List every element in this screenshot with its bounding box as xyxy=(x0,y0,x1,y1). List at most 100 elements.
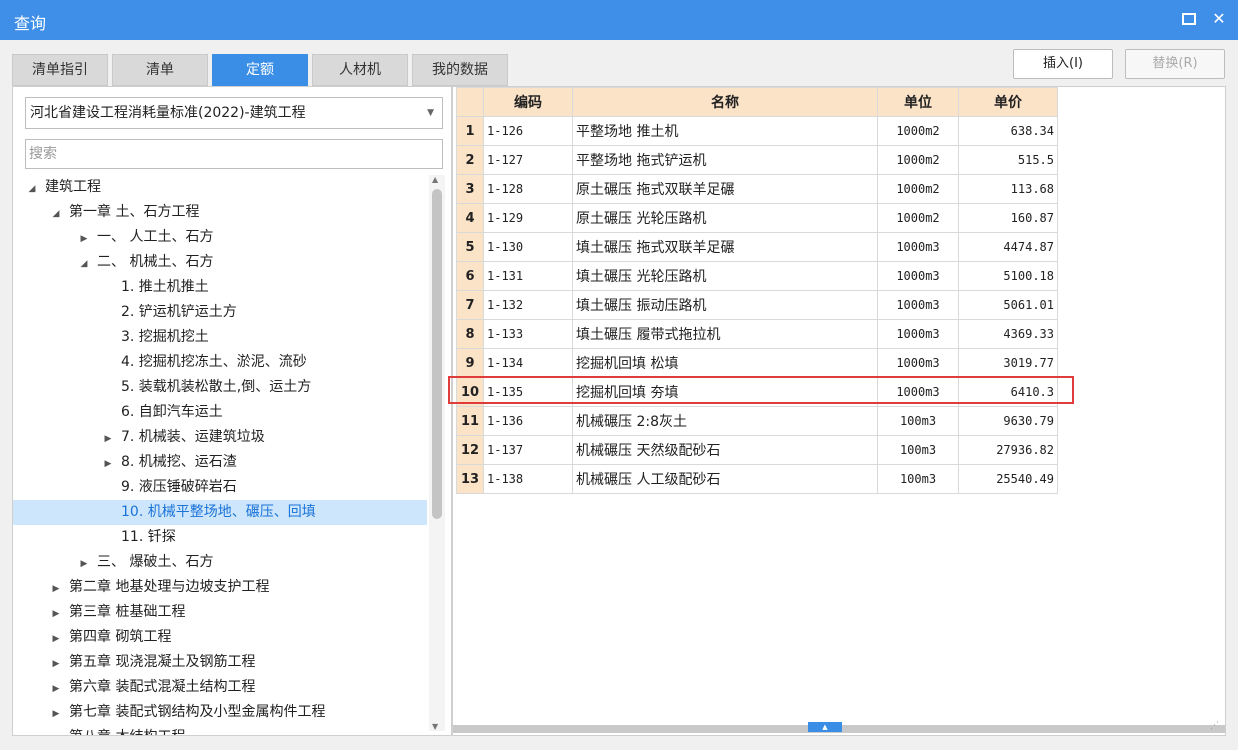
row-number: 3 xyxy=(456,174,484,204)
row-number: 6 xyxy=(456,261,484,291)
tab-2[interactable]: 定额 xyxy=(212,54,308,86)
chapter-tree: ◢ 建筑工程 ◢ 第一章 土、石方工程 ▶ 一、 人工土、石方 ◢ 二、 机械土、石方 1. 推… xyxy=(13,175,427,735)
library-select[interactable]: 河北省建设工程消耗量标准(2022)-建筑工程 ▼ xyxy=(25,97,443,129)
table-row[interactable]: 9 1-134 挖掘机回填 松填 1000m3 3019.77 xyxy=(456,348,1058,378)
tab-3[interactable]: 人材机 xyxy=(312,54,408,86)
tree-item-label: 三、 爆破土、石方 xyxy=(97,554,214,570)
tree-item[interactable]: ▶ 第七章 装配式钢结构及小型金属构件工程 xyxy=(13,700,427,725)
column-header-name[interactable]: 名称 xyxy=(572,87,878,117)
tree-item-label: 第四章 砌筑工程 xyxy=(69,629,172,645)
tree-item-label: 3. 挖掘机挖土 xyxy=(121,329,209,345)
scroll-down-icon[interactable]: ▼ xyxy=(432,722,438,731)
expand-handle-icon[interactable]: ▲ xyxy=(808,722,842,732)
expanded-triangle-icon[interactable]: ◢ xyxy=(49,202,63,227)
table-row[interactable]: 13 1-138 机械碾压 人工级配砂石 100m3 25540.49 xyxy=(456,464,1058,494)
cell-code: 1-127 xyxy=(483,145,573,175)
expanded-triangle-icon[interactable]: ◢ xyxy=(25,177,39,202)
cell-price: 27936.82 xyxy=(958,435,1058,465)
table-row[interactable]: 3 1-128 原土碾压 拖式双联羊足碾 1000m2 113.68 xyxy=(456,174,1058,204)
tree-item[interactable]: ◢ 第一章 土、石方工程 xyxy=(13,200,427,225)
tree-item[interactable]: ▶ 第八章 木结构工程 xyxy=(13,725,427,735)
cell-code: 1-129 xyxy=(483,203,573,233)
table-row[interactable]: 10 1-135 挖掘机回填 夯填 1000m3 6410.3 xyxy=(456,377,1058,407)
tree-item-label: 7. 机械装、运建筑垃圾 xyxy=(121,429,265,445)
column-header-unit[interactable]: 单位 xyxy=(877,87,959,117)
expanded-triangle-icon[interactable]: ◢ xyxy=(77,252,91,277)
table-row[interactable]: 7 1-132 填土碾压 振动压路机 1000m3 5061.01 xyxy=(456,290,1058,320)
cell-price: 3019.77 xyxy=(958,348,1058,378)
tree-item[interactable]: 10. 机械平整场地、碾压、回填 xyxy=(13,500,427,525)
column-header-price[interactable]: 单价 xyxy=(958,87,1058,117)
collapsed-triangle-icon[interactable]: ▶ xyxy=(49,702,63,727)
tree-item[interactable]: ▶ 第三章 桩基础工程 xyxy=(13,600,427,625)
horizontal-scrollbar[interactable]: ▲ xyxy=(453,722,1225,733)
insert-button[interactable]: 插入(I) xyxy=(1013,49,1113,79)
collapsed-triangle-icon[interactable]: ▶ xyxy=(49,627,63,652)
table-row[interactable]: 4 1-129 原土碾压 光轮压路机 1000m2 160.87 xyxy=(456,203,1058,233)
collapsed-triangle-icon[interactable]: ▶ xyxy=(49,602,63,627)
tree-item[interactable]: ◢ 建筑工程 xyxy=(13,175,427,200)
scroll-up-icon[interactable]: ▲ xyxy=(432,175,438,184)
search-input[interactable]: 搜索 xyxy=(25,139,443,169)
tab-1[interactable]: 清单 xyxy=(112,54,208,86)
tree-item[interactable]: 6. 自卸汽车运土 xyxy=(13,400,427,425)
quota-table: 编码 名称 单位 单价 1 1-126 平整场地 推土机 1000m2 638.34 2 1… xyxy=(456,87,1058,494)
tree-item[interactable]: 5. 装载机装松散土,倒、运土方 xyxy=(13,375,427,400)
tree-item-label: 第三章 桩基础工程 xyxy=(69,604,186,620)
tree-item[interactable]: 11. 钎探 xyxy=(13,525,427,550)
cell-price: 515.5 xyxy=(958,145,1058,175)
tree-item[interactable]: ▶ 第五章 现浇混凝土及钢筋工程 xyxy=(13,650,427,675)
cell-unit: 100m3 xyxy=(877,406,959,436)
tree-item[interactable]: ▶ 一、 人工土、石方 xyxy=(13,225,427,250)
table-row[interactable]: 6 1-131 填土碾压 光轮压路机 1000m3 5100.18 xyxy=(456,261,1058,291)
collapsed-triangle-icon[interactable]: ▶ xyxy=(101,452,115,477)
tree-item[interactable]: ▶ 7. 机械装、运建筑垃圾 xyxy=(13,425,427,450)
collapsed-triangle-icon[interactable]: ▶ xyxy=(77,552,91,577)
cell-code: 1-128 xyxy=(483,174,573,204)
chevron-down-icon: ▼ xyxy=(427,108,434,118)
tree-item-label: 第一章 土、石方工程 xyxy=(69,204,200,220)
tree-item[interactable]: 2. 铲运机铲运土方 xyxy=(13,300,427,325)
tree-item[interactable]: ▶ 第六章 装配式混凝土结构工程 xyxy=(13,675,427,700)
maximize-button[interactable] xyxy=(1178,8,1200,30)
row-number-header xyxy=(456,87,484,117)
collapsed-triangle-icon[interactable]: ▶ xyxy=(49,577,63,602)
collapsed-triangle-icon[interactable]: ▶ xyxy=(101,427,115,452)
tree-item[interactable]: 9. 液压锤破碎岩石 xyxy=(13,475,427,500)
tree-item[interactable]: ▶ 第二章 地基处理与边坡支护工程 xyxy=(13,575,427,600)
tab-4[interactable]: 我的数据 xyxy=(412,54,508,86)
tree-item[interactable]: 3. 挖掘机挖土 xyxy=(13,325,427,350)
cell-name: 填土碾压 拖式双联羊足碾 xyxy=(572,232,878,262)
collapsed-triangle-icon[interactable]: ▶ xyxy=(49,727,63,735)
tree-item[interactable]: ▶ 第四章 砌筑工程 xyxy=(13,625,427,650)
table-row[interactable]: 8 1-133 填土碾压 履带式拖拉机 1000m3 4369.33 xyxy=(456,319,1058,349)
table-row[interactable]: 12 1-137 机械碾压 天然级配砂石 100m3 27936.82 xyxy=(456,435,1058,465)
replace-button[interactable]: 替换(R) xyxy=(1125,49,1225,79)
tree-item[interactable]: ▶ 8. 机械挖、运石渣 xyxy=(13,450,427,475)
collapsed-triangle-icon[interactable]: ▶ xyxy=(49,652,63,677)
tree-item-label: 第二章 地基处理与边坡支护工程 xyxy=(69,579,270,595)
table-row[interactable]: 2 1-127 平整场地 拖式铲运机 1000m2 515.5 xyxy=(456,145,1058,175)
row-number: 8 xyxy=(456,319,484,349)
tree-item-label: 10. 机械平整场地、碾压、回填 xyxy=(121,504,316,520)
cell-name: 机械碾压 天然级配砂石 xyxy=(572,435,878,465)
table-row[interactable]: 1 1-126 平整场地 推土机 1000m2 638.34 xyxy=(456,116,1058,146)
tree-item[interactable]: ◢ 二、 机械土、石方 xyxy=(13,250,427,275)
maximize-icon xyxy=(1182,13,1196,25)
column-header-code[interactable]: 编码 xyxy=(483,87,573,117)
close-button[interactable]: ✕ xyxy=(1208,8,1230,30)
resize-grip-icon[interactable]: ⋰ xyxy=(1210,721,1219,731)
cell-name: 填土碾压 履带式拖拉机 xyxy=(572,319,878,349)
collapsed-triangle-icon[interactable]: ▶ xyxy=(49,677,63,702)
scrollbar-thumb[interactable] xyxy=(432,189,442,519)
search-placeholder: 搜索 xyxy=(29,146,57,162)
cell-unit: 1000m2 xyxy=(877,203,959,233)
tab-0[interactable]: 清单指引 xyxy=(12,54,108,86)
tree-scrollbar[interactable]: ▲ ▼ xyxy=(429,175,445,731)
tree-item[interactable]: ▶ 三、 爆破土、石方 xyxy=(13,550,427,575)
tree-item[interactable]: 4. 挖掘机挖冻土、淤泥、流砂 xyxy=(13,350,427,375)
collapsed-triangle-icon[interactable]: ▶ xyxy=(77,227,91,252)
table-row[interactable]: 11 1-136 机械碾压 2:8灰土 100m3 9630.79 xyxy=(456,406,1058,436)
tree-item[interactable]: 1. 推土机推土 xyxy=(13,275,427,300)
table-row[interactable]: 5 1-130 填土碾压 拖式双联羊足碾 1000m3 4474.87 xyxy=(456,232,1058,262)
